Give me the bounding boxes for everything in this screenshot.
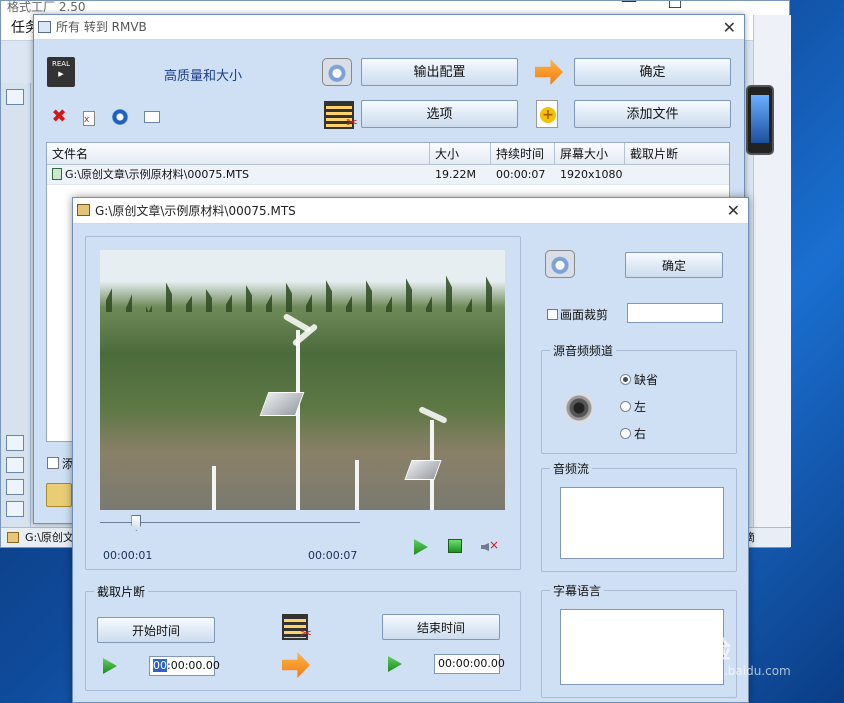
remove-file-icon[interactable] <box>83 111 95 128</box>
subtitle-legend: 字幕语言 <box>550 582 605 599</box>
phone-device-icon[interactable] <box>746 85 774 155</box>
convert-dialog-title: 所有 转到 RMVB <box>56 20 147 34</box>
background-titlebar: 格式工厂 2.50 — □ <box>1 1 789 15</box>
sidebar-video-icon[interactable] <box>6 89 24 105</box>
status-path: G:\原创文 <box>25 531 74 544</box>
add-file-icon <box>536 100 558 128</box>
stop-icon[interactable] <box>448 539 462 553</box>
orange-arrow-icon <box>282 652 310 678</box>
crop-checkbox[interactable] <box>547 309 558 320</box>
clip-segment-group: 截取片断 开始时间 ✂ 结束时间 00:00:00.00 00:00:00.00 <box>85 583 521 691</box>
clip-dialog: G:\原创文章\示例原材料\00075.MTS ✕ 00:00:01 00:00… <box>72 197 749 703</box>
column-size[interactable]: 大小 <box>430 143 491 164</box>
background-sidebar-lower <box>1 429 31 527</box>
row-filename: G:\原创文章\示例原材料\00075.MTS <box>47 165 430 184</box>
radio-default-label: 缺省 <box>634 373 659 387</box>
orange-arrow-icon <box>535 59 563 85</box>
video-preview[interactable] <box>100 250 505 510</box>
clip-dialog-titlebar: G:\原创文章\示例原材料\00075.MTS ✕ <box>73 198 748 224</box>
options-button[interactable]: 选项 <box>361 100 518 128</box>
delete-icon[interactable]: ✖ <box>51 108 67 126</box>
mute-icon[interactable] <box>481 538 499 554</box>
file-list-header: 文件名 大小 持续时间 屏幕大小 截取片断 <box>47 143 729 165</box>
background-title: 格式工厂 2.50 <box>7 1 86 14</box>
status-folder-icon <box>7 532 19 543</box>
end-time-button[interactable]: 结束时间 <box>382 614 500 640</box>
play-to-end-icon[interactable] <box>388 656 402 672</box>
row-filename-text: G:\原创文章\示例原材料\00075.MTS <box>65 168 250 181</box>
column-duration[interactable]: 持续时间 <box>491 143 555 164</box>
audio-stream-group: 音频流 <box>541 460 737 572</box>
play-from-start-icon[interactable] <box>103 658 117 674</box>
add-file-button[interactable]: 添加文件 <box>574 100 731 128</box>
solar-panel <box>404 460 442 480</box>
audio-channel-group: 源音频频道 缺省 左 右 <box>541 342 737 454</box>
clip-dialog-title: G:\原创文章\示例原材料\00075.MTS <box>95 204 296 218</box>
clip-segment-legend: 截取片断 <box>94 583 149 600</box>
radio-right[interactable] <box>620 428 631 439</box>
audio-channel-legend: 源音频频道 <box>550 342 617 359</box>
clip-ok-button[interactable]: 确定 <box>625 252 723 278</box>
baidu-watermark-url: jingyan.baidu.com <box>680 664 791 678</box>
camera-icon <box>545 250 575 278</box>
row-clip <box>625 165 729 184</box>
quality-preset-label[interactable]: 高质量和大小 <box>164 65 242 84</box>
output-config-button[interactable]: 输出配置 <box>361 58 518 86</box>
radio-left[interactable] <box>620 401 631 412</box>
sidebar-music-icon[interactable] <box>6 435 24 451</box>
column-screen-size[interactable]: 屏幕大小 <box>555 143 625 164</box>
crop-field[interactable] <box>627 303 723 323</box>
media-info-icon[interactable] <box>144 111 160 123</box>
realmedia-logo-icon: REAL ▶ <box>47 57 75 87</box>
background-window-controls[interactable]: — □ <box>621 1 683 9</box>
sidebar-disc-icon[interactable] <box>6 479 24 495</box>
sidebar-picture-icon[interactable] <box>6 457 24 473</box>
film-scissors-icon: ✂ <box>324 101 358 131</box>
output-folder-icon[interactable] <box>46 483 72 507</box>
total-time: 00:00:07 <box>308 549 358 562</box>
end-time-field[interactable]: 00:00:00.00 <box>434 654 505 674</box>
ok-button[interactable]: 确定 <box>574 58 731 86</box>
crop-label: 画面裁剪 <box>560 308 609 322</box>
film-title-icon <box>77 204 90 216</box>
column-clip[interactable]: 截取片断 <box>625 143 729 164</box>
camera-icon <box>322 58 352 86</box>
radio-default[interactable] <box>620 374 631 385</box>
background-checkbox[interactable] <box>47 457 59 469</box>
table-row[interactable]: G:\原创文章\示例原材料\00075.MTS 19.22M 00:00:07 … <box>47 165 729 185</box>
film-scissors-icon: ✂ <box>282 614 312 642</box>
turbine-pole <box>355 460 359 510</box>
row-duration: 00:00:07 <box>496 168 546 181</box>
speaker-icon <box>564 393 594 423</box>
turbine-pole <box>212 466 216 510</box>
convert-dialog-close-icon[interactable]: ✕ <box>723 15 736 40</box>
app-icon <box>38 21 51 33</box>
radio-left-label: 左 <box>634 400 647 414</box>
column-filename[interactable]: 文件名 <box>47 143 430 164</box>
tree-line-image <box>100 272 505 312</box>
start-time-rest: :00:00.00 <box>167 659 220 672</box>
audio-stream-list[interactable] <box>560 487 724 559</box>
row-size: 19.22M <box>435 168 476 181</box>
video-file-icon <box>52 168 62 180</box>
start-time-selection: 00 <box>153 659 167 672</box>
start-time-field[interactable]: 00:00:00.00 <box>149 656 220 676</box>
current-time: 00:00:01 <box>103 549 153 562</box>
play-media-icon[interactable] <box>112 109 128 125</box>
radio-right-label: 右 <box>634 427 647 441</box>
baidu-watermark: Bai经验 <box>640 636 731 664</box>
turbine-pole <box>296 330 300 510</box>
convert-dialog-titlebar: 所有 转到 RMVB ✕ <box>34 15 744 40</box>
audio-stream-legend: 音频流 <box>550 460 593 477</box>
start-time-button[interactable]: 开始时间 <box>97 617 215 643</box>
clip-dialog-close-icon[interactable]: ✕ <box>727 198 740 224</box>
row-screen-size: 1920x1080 <box>560 168 623 181</box>
sidebar-tools-icon[interactable] <box>6 501 24 517</box>
